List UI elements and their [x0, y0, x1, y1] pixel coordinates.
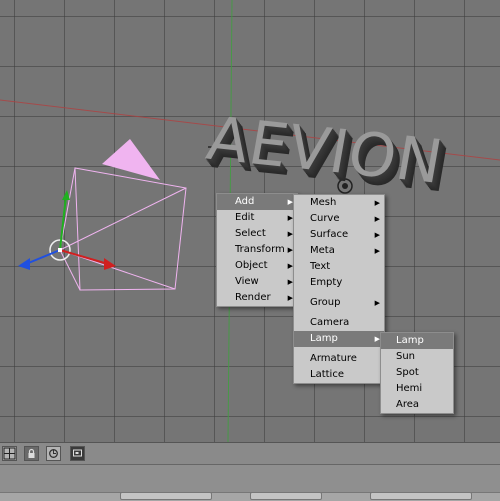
menu-item-transform[interactable]: Transform ▶	[217, 242, 297, 258]
submenu-arrow-icon: ▶	[374, 215, 380, 223]
grid-icon[interactable]	[2, 446, 17, 461]
menu-item-label: Empty	[310, 277, 343, 288]
menu-item-label: Text	[310, 261, 331, 272]
add-submenu: Mesh ▶ Curve ▶ Surface ▶ Meta ▶ Text Emp…	[293, 194, 385, 384]
menu-item-label: Spot	[396, 367, 419, 378]
menu-item-curve[interactable]: Curve ▶	[294, 211, 384, 227]
menu-item-object[interactable]: Object ▶	[217, 258, 297, 274]
y-handle-arrow	[62, 190, 70, 200]
menu-item-label: View	[235, 276, 259, 287]
viewport-header	[0, 442, 500, 464]
panel-tab[interactable]	[370, 492, 472, 500]
menu-item-mesh[interactable]: Mesh ▶	[294, 195, 384, 211]
menu-item-label: Area	[396, 399, 420, 410]
lamp-submenu: Lamp Sun Spot Hemi Area	[380, 332, 454, 414]
menu-item-render[interactable]: Render ▶	[217, 290, 297, 306]
menu-item-label: Lattice	[310, 369, 344, 380]
menu-item-empty[interactable]: Empty	[294, 275, 384, 291]
menu-item-hemi[interactable]: Hemi	[381, 381, 453, 397]
camera-up-triangle	[102, 139, 160, 180]
menu-item-meta[interactable]: Meta ▶	[294, 243, 384, 259]
camera-origin	[58, 248, 62, 252]
menu-item-view[interactable]: View ▶	[217, 274, 297, 290]
submenu-arrow-icon: ▶	[374, 199, 380, 207]
lock-icon[interactable]	[24, 446, 39, 461]
menu-item-label: Object	[235, 260, 268, 271]
menu-item-label: Hemi	[396, 383, 423, 394]
menu-item-text[interactable]: Text	[294, 259, 384, 275]
menu-item-label: Armature	[310, 353, 357, 364]
menu-item-label: Edit	[235, 212, 255, 223]
submenu-arrow-icon: ▶	[374, 299, 380, 307]
panel-tab[interactable]	[120, 492, 212, 500]
link-icon[interactable]	[46, 446, 61, 461]
menu-item-label: Add	[235, 196, 255, 207]
menu-item-sun[interactable]: Sun	[381, 349, 453, 365]
z-handle	[25, 249, 61, 265]
submenu-arrow-icon: ▶	[374, 231, 380, 239]
camera-frame	[74, 167, 187, 291]
submenu-arrow-icon: ▶	[374, 247, 380, 255]
menu-item-lamp[interactable]: Lamp ▶	[294, 331, 384, 347]
panel-tab[interactable]	[250, 492, 322, 500]
menu-item-area[interactable]: Area	[381, 397, 453, 413]
menu-item-label: Mesh	[310, 197, 337, 208]
menu-item-label: Select	[235, 228, 266, 239]
menu-item-edit[interactable]: Edit ▶	[217, 210, 297, 226]
menu-item-label: Group	[310, 297, 341, 308]
menu-item-armature[interactable]: Armature	[294, 351, 384, 367]
menu-item-label: Lamp	[396, 335, 424, 346]
menu-item-label: Render	[235, 292, 271, 303]
z-handle-arrow	[18, 258, 30, 270]
menu-item-add[interactable]: Add ▶	[217, 194, 297, 210]
menu-item-group[interactable]: Group ▶	[294, 295, 384, 311]
menu-item-lattice[interactable]: Lattice	[294, 367, 384, 383]
menu-item-label: Sun	[396, 351, 416, 362]
camera-object	[59, 139, 187, 291]
menu-item-label: Curve	[310, 213, 340, 224]
menu-item-spot[interactable]: Spot	[381, 365, 453, 381]
menu-item-lamp-point[interactable]: Lamp	[381, 333, 453, 349]
menu-item-label: Surface	[310, 229, 349, 240]
bottom-panel	[0, 464, 500, 501]
menu-item-label: Meta	[310, 245, 335, 256]
menu-item-surface[interactable]: Surface ▶	[294, 227, 384, 243]
menu-item-select[interactable]: Select ▶	[217, 226, 297, 242]
menu-item-label: Lamp	[310, 333, 338, 344]
camera-edge	[59, 187, 187, 251]
toolbox-menu: Add ▶ Edit ▶ Select ▶ Transform ▶ Object…	[216, 193, 298, 307]
menu-item-label: Transform	[235, 244, 285, 255]
menu-item-label: Camera	[310, 317, 350, 328]
menu-item-camera[interactable]: Camera	[294, 315, 384, 331]
render-icon[interactable]	[70, 446, 85, 461]
